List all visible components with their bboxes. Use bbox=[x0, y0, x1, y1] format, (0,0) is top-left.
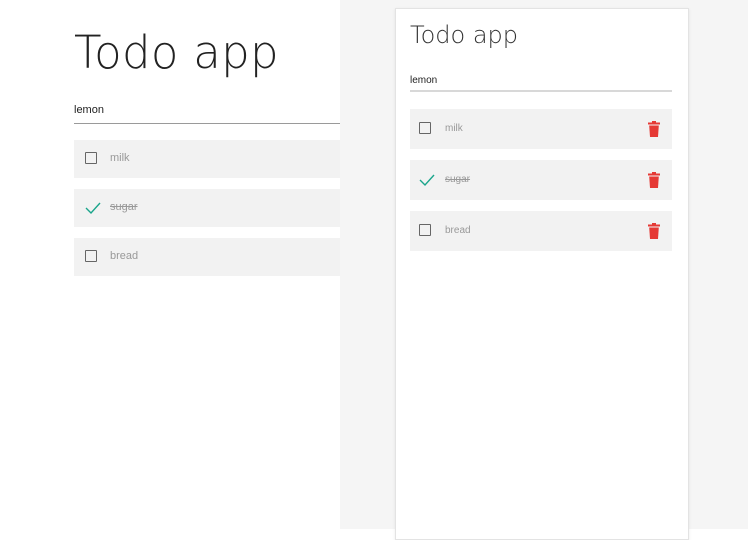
todo-input[interactable] bbox=[410, 70, 672, 92]
todo-label: sugar bbox=[445, 174, 471, 185]
checkbox-empty-icon[interactable] bbox=[85, 250, 99, 264]
page-title: Todo app bbox=[74, 26, 279, 79]
todo-item-milk[interactable]: milk bbox=[74, 140, 340, 178]
checkmark-icon[interactable] bbox=[85, 201, 101, 215]
card-title: Todo app bbox=[410, 21, 518, 49]
checkbox-empty-icon[interactable] bbox=[419, 122, 433, 136]
left-view: Todo app milk sugar bread bbox=[0, 0, 340, 529]
todo-label: sugar bbox=[110, 201, 138, 213]
todo-label: bread bbox=[110, 250, 139, 262]
checkmark-icon[interactable] bbox=[419, 173, 435, 187]
todo-list: milk sugar bread bbox=[410, 109, 672, 262]
todo-card: Todo app milk sugar bread bbox=[395, 8, 689, 540]
todo-list: milk sugar bread bbox=[74, 140, 340, 287]
todo-item-bread[interactable]: bread bbox=[410, 211, 672, 251]
todo-item-bread[interactable]: bread bbox=[74, 238, 340, 276]
todo-item-milk[interactable]: milk bbox=[410, 109, 672, 149]
todo-item-sugar[interactable]: sugar bbox=[74, 189, 340, 227]
todo-item-sugar[interactable]: sugar bbox=[410, 160, 672, 200]
todo-label: milk bbox=[445, 123, 463, 134]
trash-icon[interactable] bbox=[648, 121, 660, 137]
todo-label: milk bbox=[110, 152, 130, 164]
todo-label: bread bbox=[445, 225, 471, 236]
trash-icon[interactable] bbox=[648, 172, 660, 188]
checkbox-empty-icon[interactable] bbox=[419, 224, 433, 238]
checkbox-empty-icon[interactable] bbox=[85, 152, 99, 166]
todo-input[interactable] bbox=[74, 96, 340, 124]
trash-icon[interactable] bbox=[648, 223, 660, 239]
